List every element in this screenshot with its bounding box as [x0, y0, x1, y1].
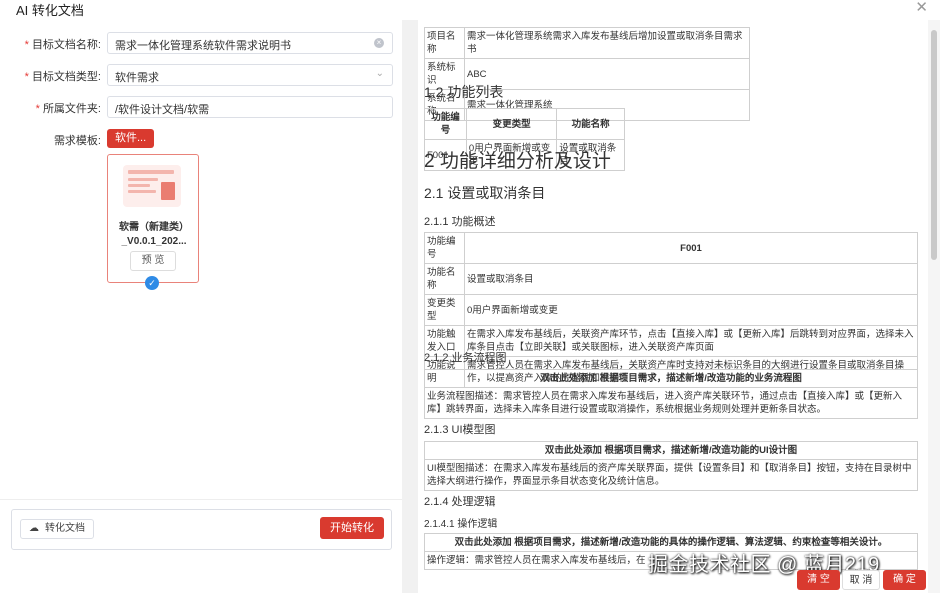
- panel-divider: [402, 20, 418, 593]
- dialog-title: AI 转化文档: [16, 3, 84, 18]
- heading-2-1-4-1: 2.1.4.1 操作逻辑: [424, 519, 498, 530]
- heading-2: 2 功能详细分析及设计: [424, 151, 611, 172]
- start-convert-button[interactable]: 开始转化: [320, 517, 384, 539]
- heading-function-list: 1.2 功能列表: [424, 84, 504, 100]
- heading-2-1-1: 2.1.1 功能概述: [424, 216, 496, 228]
- template-thumbnail: [123, 165, 181, 207]
- target-name-input[interactable]: 需求一体化管理系统软件需求说明书 ×: [107, 32, 393, 54]
- target-name-label: * 目标文档名称:: [24, 39, 101, 51]
- heading-2-1: 2.1 设置或取消条目: [424, 185, 546, 201]
- chevron-down-icon: ⌄: [375, 68, 384, 79]
- clear-button[interactable]: 清 空: [797, 570, 840, 590]
- target-name-row: * 目标文档名称: 需求一体化管理系统软件需求说明书 ×: [0, 32, 402, 54]
- cloud-upload-icon: ☁: [29, 523, 39, 534]
- confirm-button[interactable]: 确 定: [883, 570, 926, 590]
- form-panel: * 目标文档名称: 需求一体化管理系统软件需求说明书 × * 目标文档类型: 软件需…: [0, 20, 402, 593]
- heading-2-1-2: 2.1.2 业务流程图: [424, 352, 507, 364]
- convert-doc-button[interactable]: ☁ 转化文档: [20, 519, 94, 539]
- heading-2-1-4: 2.1.4 处理逻辑: [424, 496, 496, 508]
- close-icon[interactable]: ✕: [915, 0, 928, 16]
- document-preview: 项目名称 需求一体化管理系统需求入库发布基线后增加设置或取消条目需求书 系统标识 A…: [418, 20, 928, 593]
- template-card-name: 软需（新建类）_V0.0.1_202...: [119, 222, 189, 247]
- clear-icon[interactable]: ×: [374, 38, 384, 48]
- preview-button[interactable]: 预 览: [130, 251, 176, 271]
- divider: [0, 499, 402, 500]
- folder-label: * 所属文件夹:: [35, 103, 101, 115]
- flow-table: 双击此处添加 根据项目需求，描述新增/改造功能的业务流程图 业务流程图描述：需求…: [424, 369, 918, 419]
- template-select-button[interactable]: 软件...: [107, 129, 155, 148]
- title-bar: AI 转化文档 ✕: [0, 0, 940, 20]
- ui-table: 双击此处添加 根据项目需求，描述新增/改造功能的UI设计图 UI模型图描述：在需…: [424, 441, 918, 491]
- checkmark-icon: ✓: [145, 276, 159, 290]
- template-row: 需求模板:: [0, 128, 402, 150]
- folder-input[interactable]: /软件设计文档/软需: [107, 96, 393, 118]
- target-type-select[interactable]: 软件需求 ⌄: [107, 64, 393, 86]
- template-card[interactable]: 软需（新建类）_V0.0.1_202... 预 览: [107, 154, 199, 283]
- footer-bar: 清 空 取 消 确 定: [0, 568, 940, 593]
- folder-row: * 所属文件夹: /软件设计文档/软需: [0, 96, 402, 118]
- heading-2-1-3: 2.1.3 UI模型图: [424, 424, 496, 436]
- info-table: 项目名称 需求一体化管理系统需求入库发布基线后增加设置或取消条目需求书 系统标识 A…: [424, 27, 750, 121]
- target-type-row: * 目标文档类型: 软件需求 ⌄: [0, 64, 402, 86]
- cancel-button[interactable]: 取 消: [842, 570, 880, 590]
- scrollbar-thumb[interactable]: [931, 30, 937, 260]
- template-label: 需求模板:: [53, 135, 101, 147]
- action-box: ☁ 转化文档 开始转化: [11, 509, 392, 550]
- target-type-label: * 目标文档类型:: [24, 71, 101, 83]
